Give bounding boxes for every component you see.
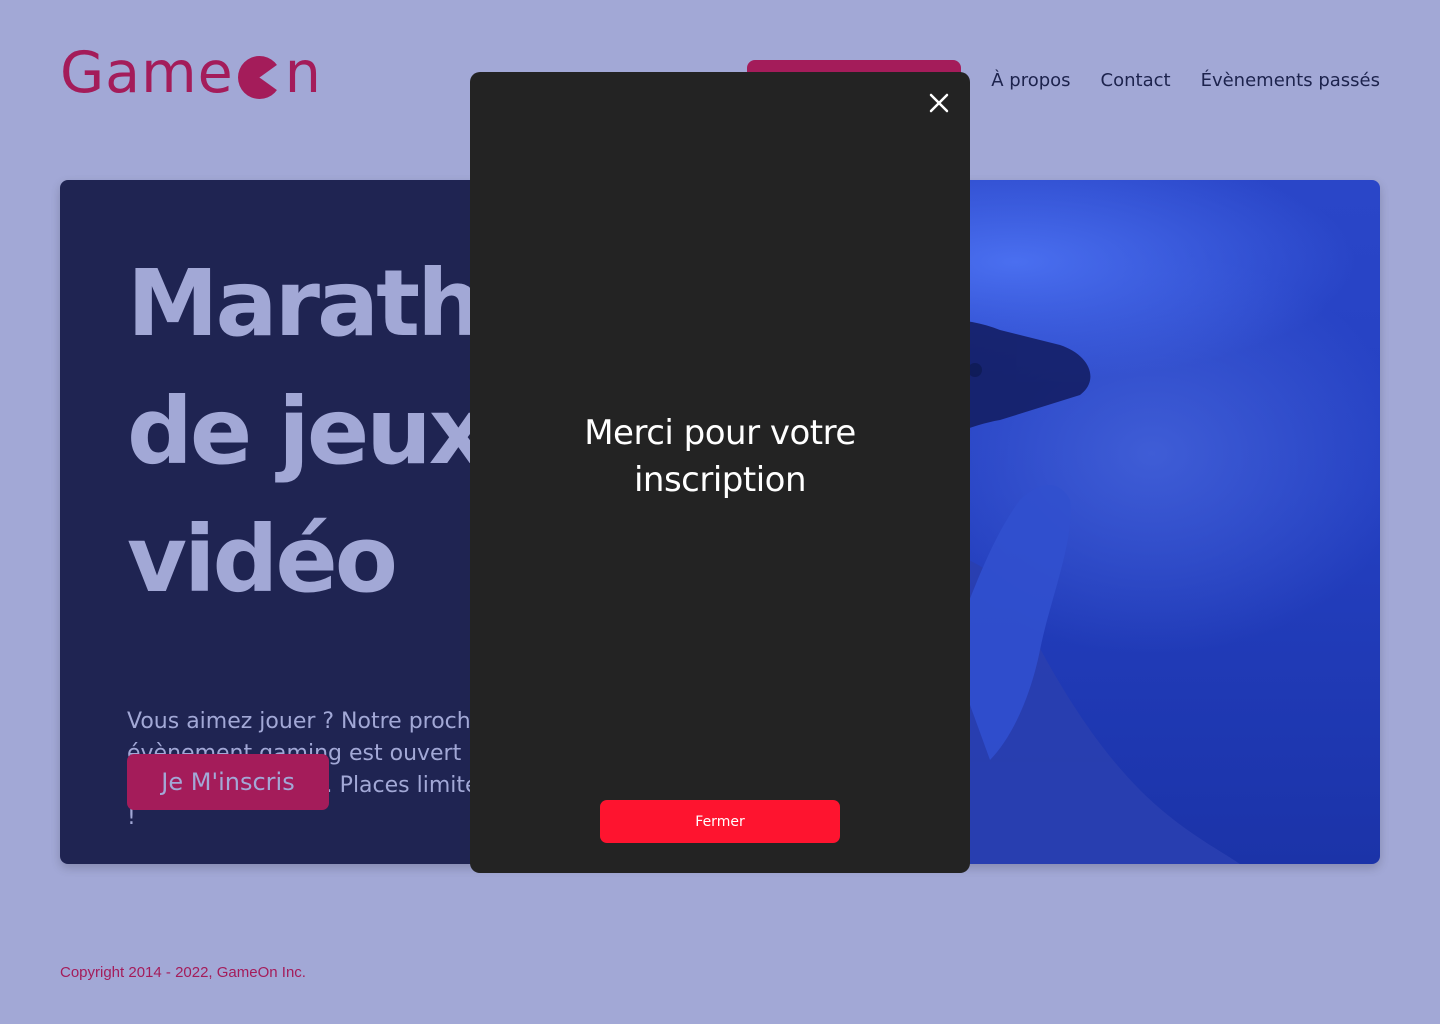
close-modal-button[interactable]: Fermer [600, 800, 840, 843]
nav-item-past-events[interactable]: Évènements passés [1201, 70, 1380, 91]
logo-text-suffix: n [284, 39, 322, 106]
footer-copyright: Copyright 2014 - 2022, GameOn Inc. [60, 964, 306, 981]
nav-item-contact[interactable]: Contact [1101, 70, 1171, 91]
signup-button[interactable]: Je M'inscris [127, 754, 329, 810]
confirmation-modal: Merci pour votre inscription Fermer [470, 72, 970, 873]
pacman-o-icon [237, 55, 281, 99]
nav-item-about[interactable]: À propos [991, 70, 1070, 91]
close-icon[interactable] [926, 90, 952, 116]
logo-text-prefix: Game [60, 39, 234, 106]
logo[interactable]: Game n [60, 40, 322, 106]
modal-message: Merci pour votre inscription [584, 413, 856, 500]
